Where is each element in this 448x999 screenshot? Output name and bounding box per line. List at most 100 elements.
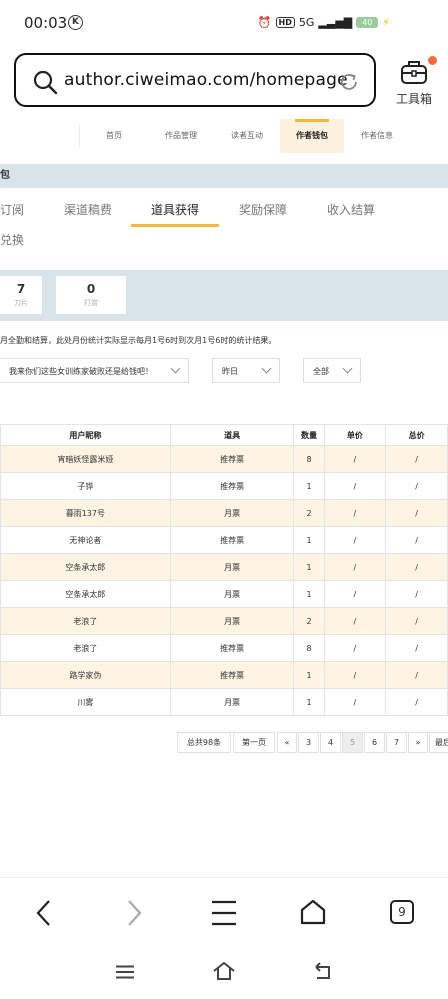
- nav-tab-home[interactable]: 首页: [80, 119, 148, 153]
- col-header: 单价: [323, 424, 387, 446]
- menu-icon[interactable]: [211, 899, 237, 927]
- table-row: 老浪了 月票 2//: [0, 607, 448, 635]
- battery-icon: 40: [356, 17, 379, 28]
- date-select-value: 昨日: [222, 367, 238, 376]
- cell-price: /: [323, 607, 387, 635]
- cell-prop: 推荐票: [169, 661, 295, 689]
- reload-icon[interactable]: [338, 71, 360, 93]
- recents-icon[interactable]: [116, 965, 134, 979]
- page-last-button[interactable]: 最后: [429, 732, 448, 753]
- col-header: 总价: [385, 424, 448, 446]
- cell-user: 无神论者: [0, 526, 171, 554]
- forward-arrow-icon[interactable]: [122, 898, 146, 928]
- toolbox-button[interactable]: 工具箱: [392, 56, 440, 108]
- cell-price: /: [323, 634, 387, 662]
- status-bar: 00:03 K ⏰ HD 5G ▂▃▅▇ 40 ⚡: [0, 0, 448, 44]
- cell-prop: 月票: [169, 607, 295, 635]
- tabs-count-button[interactable]: 9: [390, 900, 414, 924]
- site-nav: 首页 作品管理 读者互动 作者钱包 作者信息: [0, 119, 448, 153]
- cell-price: /: [323, 472, 387, 500]
- sub-tab-indicator: [131, 224, 219, 227]
- system-home-icon[interactable]: [212, 961, 236, 981]
- cell-qty: 1: [293, 526, 325, 554]
- cell-qty: 8: [293, 445, 325, 473]
- cell-user: 子铧: [0, 472, 171, 500]
- cell-total: /: [385, 688, 448, 716]
- cell-qty: 2: [293, 607, 325, 635]
- cell-price: /: [323, 499, 387, 527]
- system-nav-bar: [0, 948, 448, 999]
- cell-prop: 推荐票: [169, 634, 295, 662]
- cell-qty: 2: [293, 499, 325, 527]
- cell-prop: 推荐票: [169, 472, 295, 500]
- section-header: 包: [0, 164, 448, 188]
- tab-channel-fee[interactable]: 渠道稿费: [64, 201, 112, 218]
- cell-price: /: [323, 526, 387, 554]
- tab-exchange[interactable]: 兑换: [0, 231, 24, 248]
- cell-prop: 推荐票: [169, 445, 295, 473]
- cell-qty: 1: [293, 472, 325, 500]
- cell-user: 空条承太郎: [0, 580, 171, 608]
- chevron-down-icon: [261, 363, 272, 374]
- stat-label: 打赏: [84, 299, 98, 307]
- pagination-total: 总共98条: [177, 732, 231, 753]
- cell-qty: 1: [293, 688, 325, 716]
- page-prev-button[interactable]: «: [277, 732, 297, 753]
- date-select[interactable]: 昨日: [212, 358, 280, 383]
- table-row: 路学家伪 推荐票 1//: [0, 661, 448, 689]
- tab-reward[interactable]: 奖励保障: [239, 201, 287, 218]
- nav-tab-readers[interactable]: 读者互动: [214, 119, 280, 153]
- notification-dot: [428, 56, 437, 65]
- nav-tab-wallet[interactable]: 作者钱包: [280, 119, 344, 153]
- stat-card-tips: 0 打赏: [56, 276, 126, 314]
- tab-subscription[interactable]: 订阅: [0, 201, 24, 218]
- type-select-value: 全部: [313, 367, 329, 376]
- clock: 00:03: [24, 14, 68, 32]
- address-bar[interactable]: author.ciweimao.com/homepage: [14, 53, 376, 107]
- type-select[interactable]: 全部: [303, 358, 361, 383]
- table-row: 川雾 月票 1//: [0, 688, 448, 716]
- notice-text: 月全勤和结算，此处月份统计实际显示每月1号6时到次月1号6时的统计结果。: [0, 336, 277, 345]
- cell-prop: 月票: [169, 553, 295, 581]
- page-next-button[interactable]: »: [408, 732, 428, 753]
- tab-props[interactable]: 道具获得: [151, 201, 199, 218]
- table-row: 无神论者 推荐票 1//: [0, 526, 448, 554]
- cell-total: /: [385, 526, 448, 554]
- col-header: 用户昵称: [0, 424, 171, 446]
- page-first-button[interactable]: 第一页: [233, 732, 275, 753]
- cell-prop: 月票: [169, 688, 295, 716]
- cell-total: /: [385, 580, 448, 608]
- stat-card-blades: 7 刀片: [0, 276, 42, 314]
- table-row: 老浪了 推荐票 8//: [0, 634, 448, 662]
- table-row: 空条承太郎 月票 1//: [0, 580, 448, 608]
- book-select[interactable]: 我来你们这些女训练家破败还是给钱吧！: [0, 358, 189, 383]
- nav-tab-info[interactable]: 作者信息: [344, 119, 410, 153]
- home-icon[interactable]: [299, 898, 327, 926]
- url-text[interactable]: author.ciweimao.com/homepage: [64, 70, 348, 90]
- page-button[interactable]: 4: [320, 732, 341, 753]
- cell-price: /: [323, 580, 387, 608]
- system-back-icon[interactable]: [313, 962, 333, 980]
- stat-value: 7: [16, 282, 26, 296]
- cell-user: 空条承太郎: [0, 553, 171, 581]
- col-header: 数量: [293, 424, 325, 446]
- cell-total: /: [385, 661, 448, 689]
- page-button[interactable]: 3: [298, 732, 319, 753]
- back-arrow-icon[interactable]: [32, 898, 56, 928]
- table-row: 暮雨137号 月票 2//: [0, 499, 448, 527]
- page-button[interactable]: 7: [386, 732, 407, 753]
- tab-settlement[interactable]: 收入结算: [327, 201, 375, 218]
- status-icons: ⏰ HD 5G ▂▃▅▇ 40 ⚡: [258, 16, 390, 29]
- table-row: 子铧 推荐票 1//: [0, 472, 448, 500]
- toolbox-icon: [401, 61, 427, 84]
- page-button[interactable]: 6: [364, 732, 385, 753]
- cell-qty: 8: [293, 634, 325, 662]
- page-button-current[interactable]: 5: [342, 732, 363, 753]
- cell-total: /: [385, 607, 448, 635]
- signal-icon: 5G: [298, 16, 315, 29]
- nav-active-indicator: [295, 119, 329, 122]
- cell-price: /: [323, 688, 387, 716]
- signal-bars-icon: ▂▃▅▇: [318, 16, 353, 29]
- hd-badge: HD: [275, 17, 295, 28]
- nav-tab-works[interactable]: 作品管理: [148, 119, 214, 153]
